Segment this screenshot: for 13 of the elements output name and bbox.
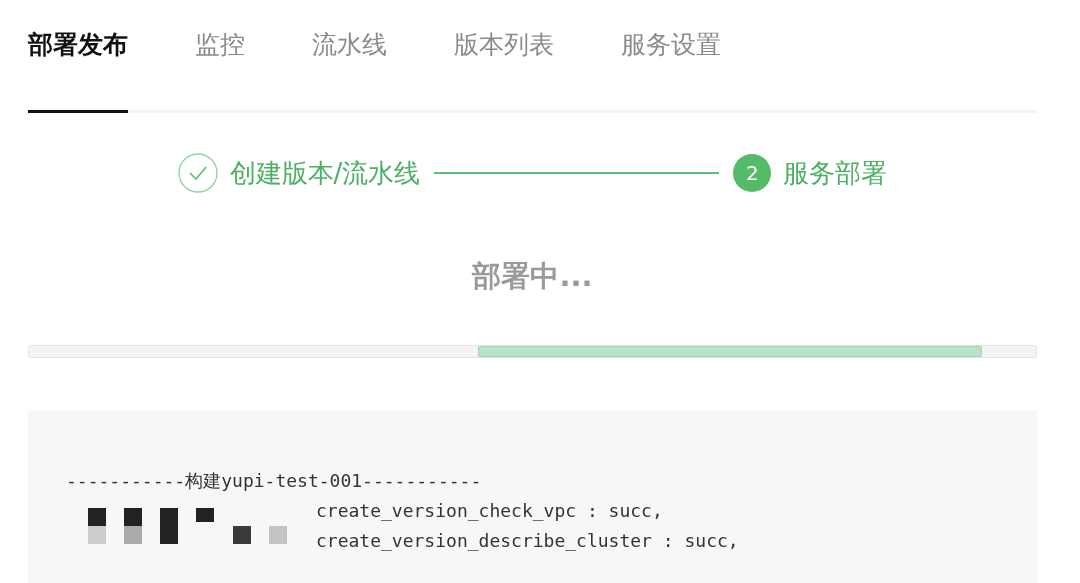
step-number: 2: [733, 154, 772, 192]
log-line: -----------构建yupi-test-001-----------: [66, 469, 482, 493]
step-label: 创建版本/流水线: [229, 156, 421, 190]
log-line: create_version_describe_cluster : succ,: [316, 530, 739, 551]
check-circle-icon: [177, 153, 218, 193]
tab[interactable]: 监控: [195, 0, 245, 113]
tab[interactable]: 服务设置: [621, 0, 721, 113]
step-label: 服务部署: [783, 156, 888, 190]
status-text: 部署中...: [470, 258, 594, 295]
tab[interactable]: 流水线: [312, 0, 387, 113]
tab[interactable]: 版本列表: [454, 0, 554, 113]
log-line: create_version_check_vpc : succ,: [316, 500, 663, 521]
tab[interactable]: 部署发布: [28, 0, 128, 113]
